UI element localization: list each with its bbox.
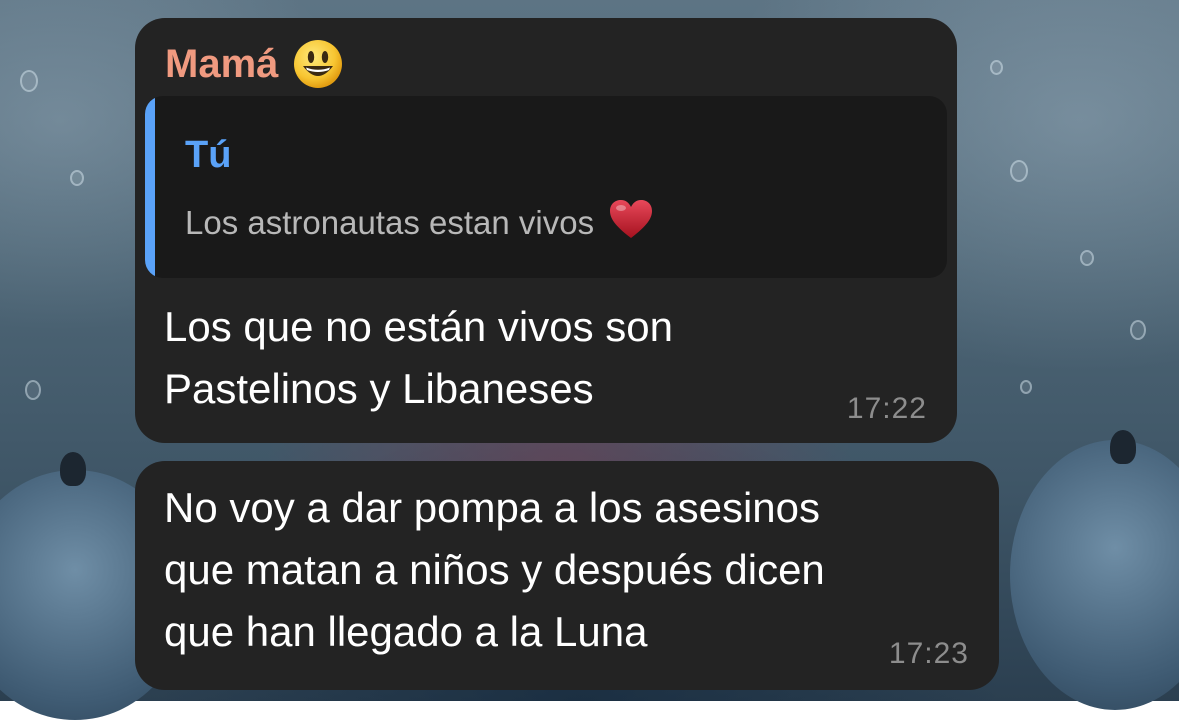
wallpaper-drop <box>25 380 41 400</box>
message-text-line: que han llegado a la Luna <box>164 608 648 655</box>
sender-name: Mamá <box>165 41 279 86</box>
message-text-line: Los que no están vivos son <box>164 303 674 350</box>
message-bubble-incoming[interactable]: Mamá Tú Los astronautas estan vivos Los … <box>135 18 957 443</box>
message-bubble-incoming[interactable]: No voy a dar pompa a los asesinos que ma… <box>135 461 999 690</box>
red-heart-emoji-icon <box>608 198 654 248</box>
quoted-reply-text: Los astronautas estan vivos <box>185 204 595 241</box>
wallpaper-drop <box>990 60 1003 75</box>
wallpaper-claw <box>1110 430 1136 464</box>
message-text-line: Pastelinos y Libaneses <box>164 365 594 412</box>
wallpaper-paw-right <box>1010 440 1179 710</box>
sender-name-row: Mamá <box>165 38 344 90</box>
smiley-face-emoji-icon <box>292 38 344 90</box>
quoted-reply[interactable]: Tú Los astronautas estan vivos <box>145 96 947 278</box>
message-text: Los que no están vivos son Pastelinos y … <box>164 296 673 420</box>
wallpaper-drop <box>1010 160 1028 182</box>
quoted-reply-accent-bar <box>145 96 155 278</box>
wallpaper-drop <box>1020 380 1032 394</box>
message-text: No voy a dar pompa a los asesinos que ma… <box>164 477 825 663</box>
quoted-reply-text-row: Los astronautas estan vivos <box>185 198 654 248</box>
wallpaper-drop <box>1130 320 1146 340</box>
wallpaper-claw <box>60 452 86 486</box>
quoted-reply-author: Tú <box>185 134 232 176</box>
wallpaper-drop <box>70 170 84 186</box>
message-text-line: que matan a niños y después dicen <box>164 546 825 593</box>
message-timestamp: 17:22 <box>846 392 927 425</box>
message-text-line: No voy a dar pompa a los asesinos <box>164 484 821 531</box>
wallpaper-drop <box>1080 250 1094 266</box>
wallpaper-drop <box>20 70 38 92</box>
message-timestamp: 17:23 <box>888 637 969 670</box>
